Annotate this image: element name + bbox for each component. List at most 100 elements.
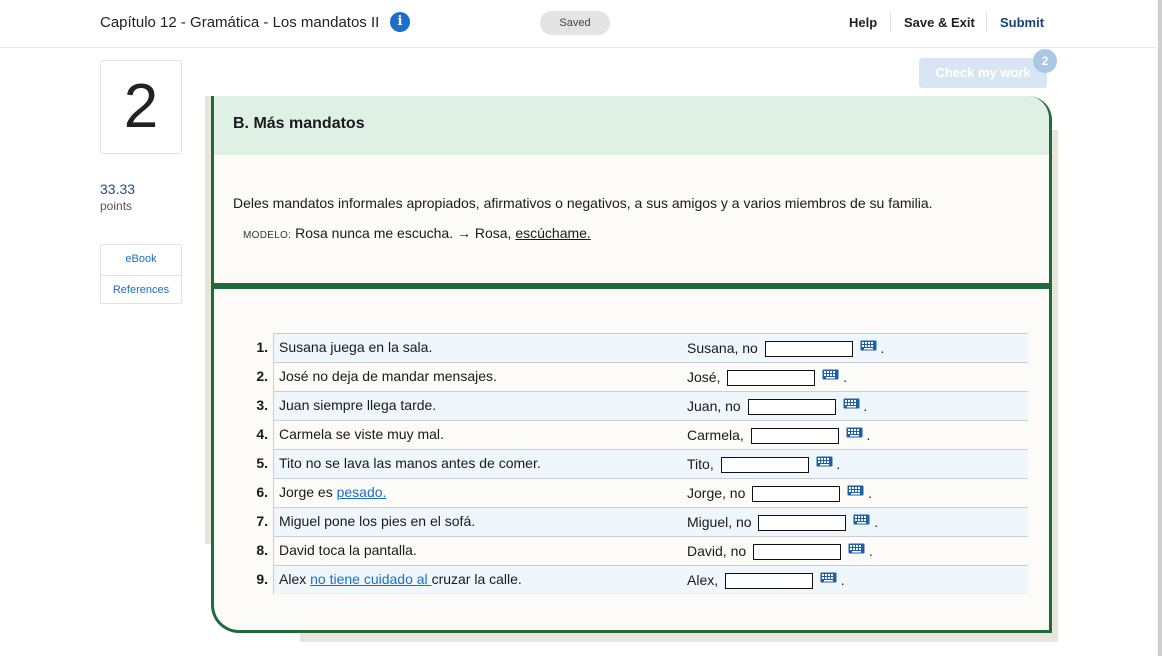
help-button[interactable]: Help [849,15,877,30]
item-response: Tito, . [687,450,840,478]
exercise-table: 1. Susana juega en la sala. Susana, no .… [256,333,1028,594]
item-statement: José no deja de mandar mensajes. [273,363,497,391]
answer-input[interactable] [725,573,814,590]
item-number: 7. [256,513,268,529]
ebook-link[interactable]: eBook [101,245,181,275]
keyboard-icon[interactable] [860,340,877,351]
item-response: José, . [687,363,847,391]
item-number: 6. [256,484,268,500]
table-row: 8. David toca la pantalla. David, no . [256,536,1028,565]
keyboard-icon[interactable] [848,543,865,554]
response-prefix: Carmela, [687,427,744,443]
item-statement: Carmela se viste muy mal. [273,421,444,449]
vocab-link[interactable]: no tiene cuidado [310,571,417,587]
keyboard-icon[interactable] [822,369,839,380]
item-response: Susana, no . [687,334,884,362]
response-prefix: Alex, [687,572,719,588]
table-row: 1. Susana juega en la sala. Susana, no . [256,333,1028,362]
table-row: 9. Alex no tiene cuidado al cruzar la ca… [256,565,1028,594]
answer-input[interactable] [753,544,842,561]
submit-button[interactable]: Submit [1000,15,1044,30]
answer-input[interactable] [752,486,841,503]
period: . [874,514,879,530]
period: . [840,572,845,588]
period: . [863,398,868,414]
item-statement: Jorge es pesado. [273,479,386,507]
answer-input[interactable] [750,428,839,445]
period: . [868,543,873,559]
modelo-example: MODELO: Rosa nunca me escucha. → Rosa, e… [243,225,591,241]
question-number-box: 2 [100,60,182,154]
response-prefix: José, [687,369,721,385]
table-row: 5. Tito no se lava las manos antes de co… [256,449,1028,478]
item-number: 2. [256,368,268,384]
item-number: 8. [256,542,268,558]
saved-status-badge: Saved [540,11,610,35]
item-response: Jorge, no . [687,479,872,507]
table-row: 2. José no deja de mandar mensajes. José… [256,362,1028,391]
section-header-band: B. Más mandatos [214,96,1049,155]
answer-input[interactable] [720,457,809,474]
response-prefix: Susana, no [687,340,758,356]
table-row: 6. Jorge es pesado. Jorge, no . [256,478,1028,507]
period: . [868,485,872,501]
table-row: 7. Miguel pone los pies en el sofá. Migu… [256,507,1028,536]
references-link[interactable]: References [101,275,181,305]
item-response: Miguel, no . [687,508,878,536]
item-number: 3. [256,397,268,413]
response-prefix: Tito, [687,456,714,472]
scrollbar[interactable] [1158,0,1162,656]
section-title: B. Más mandatos [233,115,365,132]
period: . [866,427,871,443]
item-statement: Tito no se lava las manos antes de comer… [273,450,541,478]
resource-links: eBook References [100,244,182,304]
keyboard-icon[interactable] [853,514,870,525]
response-prefix: Jorge, no [687,485,746,501]
points-label: points [100,199,133,213]
vocab-link[interactable]: al [417,571,432,587]
response-prefix: David, no [687,543,747,559]
period: . [880,340,885,356]
period: . [836,456,841,472]
keyboard-icon[interactable] [816,456,833,467]
save-exit-button[interactable]: Save & Exit [904,15,975,30]
modelo-text: Rosa nunca me escucha. → Rosa, [295,225,512,241]
item-response: Alex, . [687,566,845,594]
exercise-card-header: B. Más mandatos Deles mandatos informale… [211,96,1052,286]
answer-input[interactable] [727,370,816,387]
modelo-answer: escúchame. [515,225,591,241]
item-statement: David toca la pantalla. [273,537,417,565]
response-prefix: Miguel, no [687,514,752,530]
item-response: Carmela, . [687,421,870,449]
keyboard-icon[interactable] [846,427,863,438]
answer-input[interactable] [758,515,847,532]
answer-input[interactable] [764,341,853,358]
check-my-work-button[interactable]: Check my work [919,58,1047,88]
item-statement: Juan siempre llega tarde. [273,392,436,420]
top-bar: Capítulo 12 - Gramática - Los mandatos I… [0,0,1162,48]
keyboard-icon[interactable] [847,485,864,496]
divider [986,14,987,32]
answer-input[interactable] [747,399,836,416]
item-number: 4. [256,426,268,442]
divider [890,14,891,32]
assignment-title: Capítulo 12 - Gramática - Los mandatos I… [100,14,380,31]
response-prefix: Juan, no [687,398,741,414]
item-number: 5. [256,455,268,471]
table-row: 4. Carmela se viste muy mal. Carmela, . [256,420,1028,449]
question-number: 2 [123,72,159,141]
item-response: David, no . [687,537,873,565]
card-shadow [300,632,1057,642]
item-response: Juan, no . [687,392,867,420]
keyboard-icon[interactable] [820,572,837,583]
period: . [843,369,848,385]
item-statement: Miguel pone los pies en el sofá. [273,508,475,536]
card-shadow [1052,130,1058,642]
table-row: 3. Juan siempre llega tarde. Juan, no . [256,391,1028,420]
vocab-link[interactable]: pesado. [337,484,387,500]
item-statement: Susana juega en la sala. [273,334,432,362]
item-statement: Alex no tiene cuidado al cruzar la calle… [273,566,522,594]
instructions-text: Deles mandatos informales apropiados, af… [233,195,933,211]
keyboard-icon[interactable] [843,398,860,409]
info-icon[interactable]: i [390,12,410,32]
